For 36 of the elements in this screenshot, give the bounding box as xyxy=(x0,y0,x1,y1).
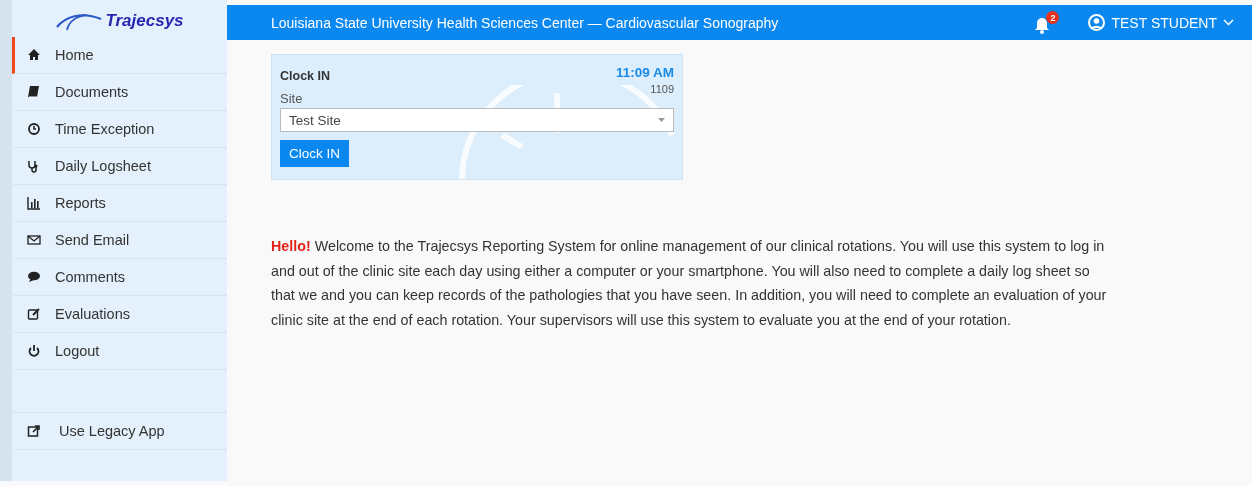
envelope-icon xyxy=(27,233,41,247)
welcome-message: Hello! Welcome to the Trajecsys Reporting System for online management of our clinical rotations. You will use this system to log in and out of the clinic site each day using either a computer or your smartphone. You will also need to complete a daily log sheet so that we and you can keep records of the pathologies that you have seen. In addition, you will need to complete an evaluation of your clinic site at the end of each rotation. Your supervisors will use this system to evaluate you at the end of your rotation. xyxy=(271,237,1108,330)
sidebar-item[interactable]: Comments xyxy=(12,259,227,296)
user-menu[interactable]: TEST STUDENT xyxy=(1088,14,1234,31)
notification-button[interactable]: 2 xyxy=(1034,11,1060,34)
brand-logo: Trajecsys xyxy=(105,11,184,31)
page-title: Louisiana State University Health Sciences Center — Cardiovascular Sonography xyxy=(271,14,780,31)
field-label: Site xyxy=(280,91,304,106)
legacy-app-link[interactable]: Use Legacy App xyxy=(12,413,227,450)
sidebar-item[interactable]: Time Exception xyxy=(12,111,227,148)
edit-icon xyxy=(27,307,41,321)
clock-in-button[interactable]: Clock IN xyxy=(280,140,349,167)
card-title: Clock IN xyxy=(280,69,330,83)
external-link-icon xyxy=(27,424,41,438)
bar-chart-icon xyxy=(27,196,41,210)
clock-icon xyxy=(27,122,41,136)
user-avatar-icon xyxy=(1088,14,1106,31)
clock-code: 1109 xyxy=(650,83,674,95)
home-icon xyxy=(27,48,41,62)
bell-icon xyxy=(1034,17,1051,34)
sidebar-item[interactable]: Home xyxy=(12,37,227,74)
sidebar-item[interactable]: Documents xyxy=(12,74,227,111)
site-select[interactable]: Test Site xyxy=(280,108,674,132)
logo-arc-icon xyxy=(55,11,104,31)
dropdown-caret-icon xyxy=(658,118,665,122)
sidebar-item[interactable]: Evaluations xyxy=(12,296,227,333)
clock-time: 11:09 AM xyxy=(615,65,674,80)
speech-bubble-icon xyxy=(27,270,41,284)
chevron-down-icon xyxy=(1223,19,1234,26)
sidebar-item[interactable]: Daily Logsheet xyxy=(12,148,227,185)
notification-badge: 2 xyxy=(1046,11,1060,24)
book-icon xyxy=(27,85,41,99)
sidebar-item[interactable]: Reports xyxy=(12,185,227,222)
power-icon xyxy=(27,344,41,358)
sidebar-item[interactable]: Logout xyxy=(12,333,227,370)
sidebar-item[interactable]: Send Email xyxy=(12,222,227,259)
